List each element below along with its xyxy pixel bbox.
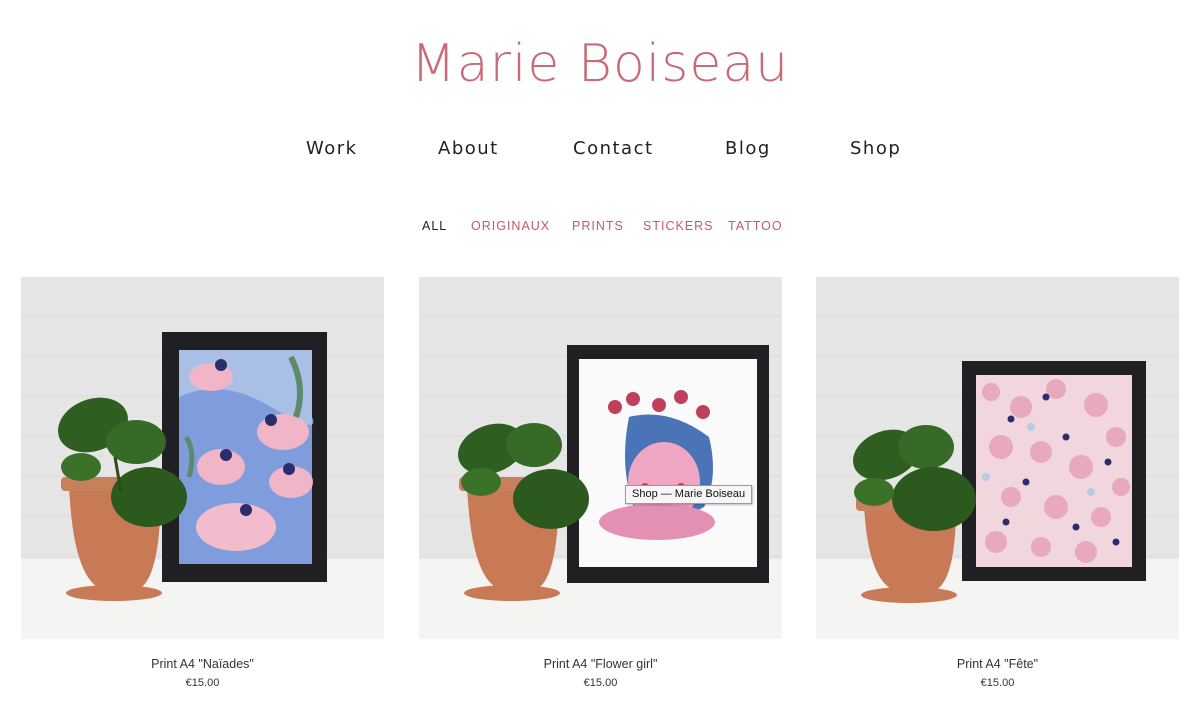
product-card[interactable]: Print A4 "Flower girl" €15.00 [419,277,782,689]
product-price: €15.00 [980,677,1015,689]
category-filters: ALL ORIGINAUX PRINTS STICKERS TATTOO [0,219,1200,239]
product-photo-illustration [853,361,1146,603]
hover-tooltip: Shop — Marie Boiseau [625,485,753,504]
nav-item-contact[interactable]: Contact [573,138,654,159]
product-photo-illustration [58,332,327,601]
filter-prints[interactable]: PRINTS [572,219,624,233]
filter-originaux[interactable]: ORIGINAUX [471,219,550,233]
product-name[interactable]: Print A4 "Fête" [816,657,1179,671]
product-price: €15.00 [583,677,618,689]
nav-item-blog[interactable]: Blog [725,138,771,159]
product-card[interactable]: Print A4 "Naïades" €15.00 [21,277,384,689]
nav-item-work[interactable]: Work [306,138,358,159]
product-image[interactable] [21,277,384,639]
product-photo-illustration [458,345,769,601]
filter-all[interactable]: ALL [422,219,447,233]
product-card[interactable]: Print A4 "Fête" €15.00 [816,277,1179,689]
product-image[interactable] [816,277,1179,639]
product-name[interactable]: Print A4 "Flower girl" [419,657,782,671]
product-price: €15.00 [185,677,220,689]
site-title[interactable]: Marie Boiseau [0,34,1200,94]
filter-tattoo[interactable]: TATTOO [728,219,783,233]
product-name[interactable]: Print A4 "Naïades" [21,657,384,671]
nav-item-shop[interactable]: Shop [850,138,901,159]
filter-stickers[interactable]: STICKERS [643,219,714,233]
main-nav: Work About Contact Blog Shop [0,138,1200,168]
product-image[interactable] [419,277,782,639]
nav-item-about[interactable]: About [438,138,499,159]
